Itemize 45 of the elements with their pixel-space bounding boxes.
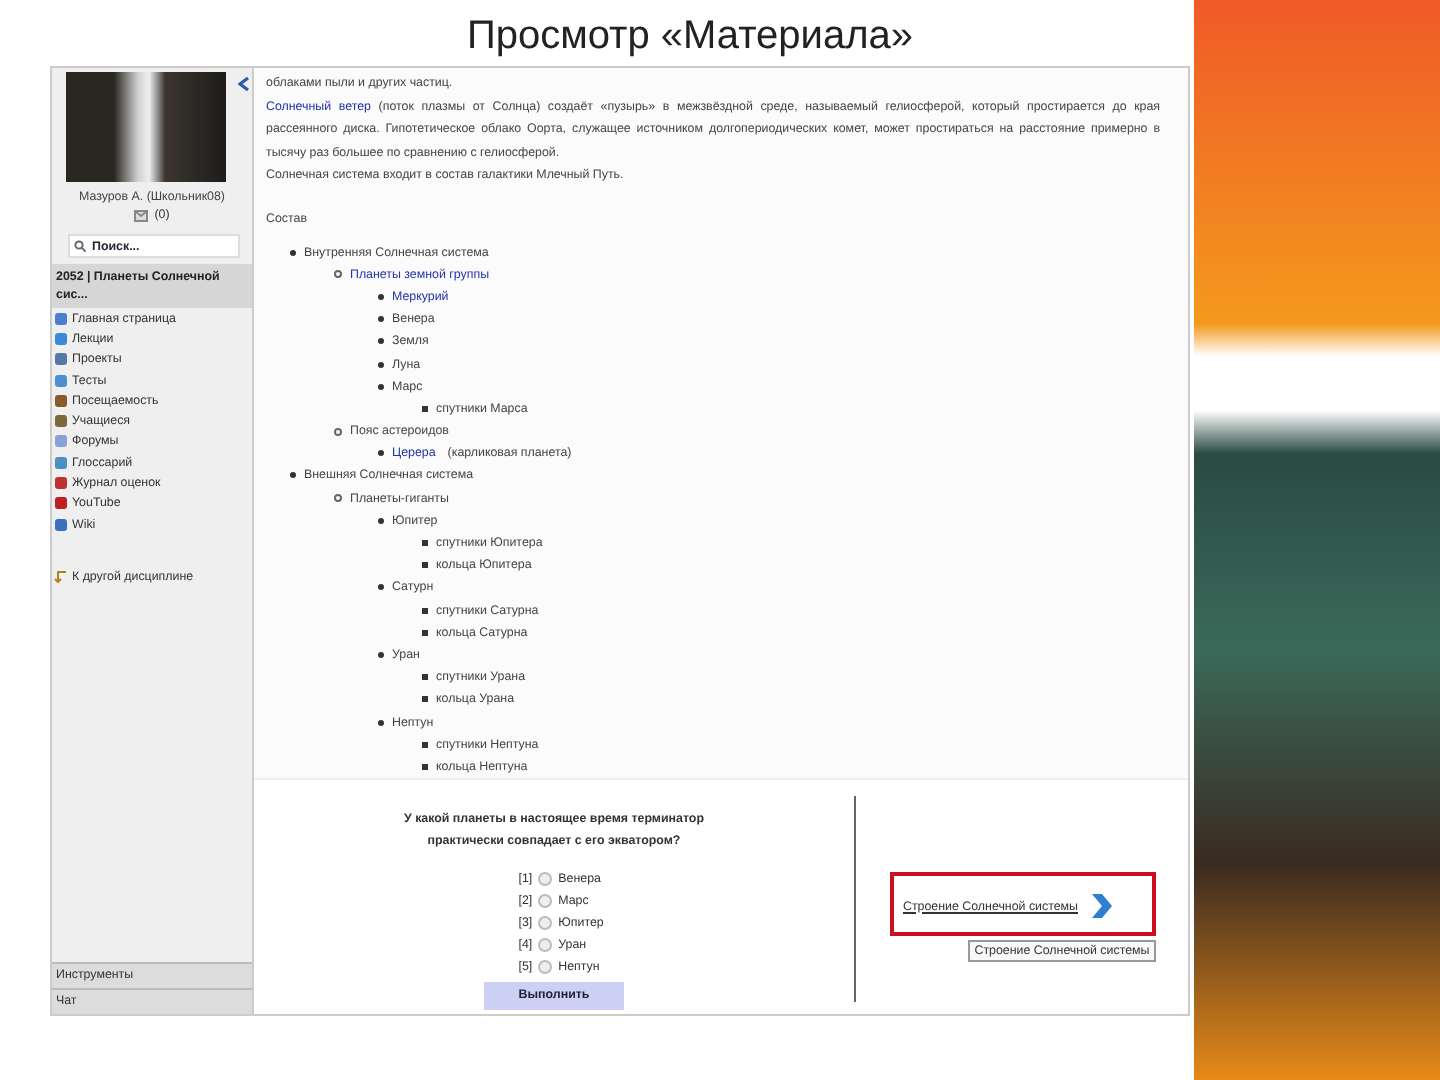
- bullet-icon: [378, 584, 384, 591]
- bullet-icon: [422, 674, 428, 681]
- bullet-icon: [378, 361, 384, 368]
- radio-button[interactable]: [538, 872, 553, 887]
- chevron-right-icon: [1088, 892, 1113, 920]
- bullet-icon: [378, 651, 384, 658]
- back-arrow-icon: [54, 569, 68, 584]
- bullet-icon: [422, 696, 428, 703]
- square-icon: [54, 393, 68, 408]
- radio-button[interactable]: [538, 916, 553, 931]
- square-icon: [54, 517, 68, 532]
- bullet-icon: [378, 338, 384, 345]
- square-icon: [54, 434, 68, 449]
- search-icon: [74, 240, 86, 252]
- bullet-icon: [334, 427, 342, 436]
- square-icon: [54, 455, 68, 470]
- bullet-icon: [378, 719, 384, 726]
- bullet-icon: [378, 450, 384, 457]
- square-icon: [54, 414, 68, 429]
- square-icon: [54, 496, 68, 511]
- bullet-icon: [378, 517, 384, 524]
- slide-title: Просмотр «Материала»: [467, 12, 913, 62]
- bullet-icon: [378, 316, 384, 323]
- bullet-icon: [422, 405, 428, 412]
- square-icon: [54, 476, 68, 491]
- square-icon: [54, 311, 68, 326]
- bullet-icon: [378, 383, 384, 390]
- bullet-icon: [378, 293, 384, 300]
- envelope-icon: [134, 209, 149, 221]
- bullet-icon: [290, 249, 296, 256]
- radio-button[interactable]: [538, 938, 553, 953]
- bullet-icon: [422, 540, 428, 547]
- bullet-icon: [422, 629, 428, 636]
- square-icon: [54, 352, 68, 367]
- bullet-icon: [334, 270, 342, 279]
- square-icon: [54, 331, 68, 346]
- bullet-icon: [290, 472, 296, 479]
- bullet-icon: [334, 494, 342, 503]
- radio-button[interactable]: [538, 894, 553, 909]
- bullet-icon: [422, 607, 428, 614]
- radio-button[interactable]: [538, 960, 553, 975]
- bullet-icon: [422, 763, 428, 770]
- bullet-icon: [422, 562, 428, 569]
- bullet-icon: [422, 741, 428, 748]
- square-icon: [54, 373, 68, 388]
